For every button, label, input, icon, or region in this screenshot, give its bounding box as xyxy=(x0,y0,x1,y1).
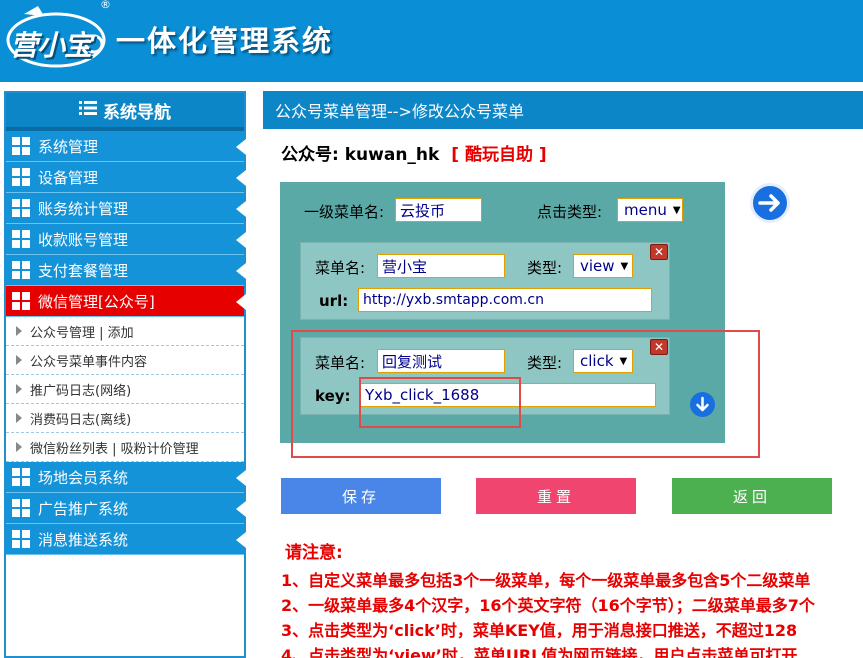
caret-right-icon xyxy=(16,384,22,394)
notes-title: 请注意: xyxy=(285,543,343,563)
nav-heading-label: 系统导航 xyxy=(103,102,171,123)
highlight-box xyxy=(359,377,521,428)
submenu-type-value: view xyxy=(580,257,615,275)
click-type-select[interactable]: menu ▼ xyxy=(617,198,683,222)
submenu-item-label: 微信粉丝列表 | 吸粉计价管理 xyxy=(30,441,199,457)
chevron-down-icon: ▼ xyxy=(620,260,629,272)
grid-icon xyxy=(12,137,30,155)
submenu-name-input[interactable]: 营小宝 xyxy=(377,254,505,278)
reset-button[interactable]: 重置 xyxy=(476,478,636,514)
wechat-submenu: 公众号管理 | 添加 公众号菜单事件内容 推广码日志(网络) 消费码日志(离线)… xyxy=(6,317,244,462)
sidebar-item-ads[interactable]: 广告推广系统 xyxy=(6,493,246,524)
grid-icon xyxy=(12,261,30,279)
sidebar-item-venue-members[interactable]: 场地会员系统 xyxy=(6,462,246,493)
sidebar-item-payment-accounts[interactable]: 收款账号管理 xyxy=(6,224,246,255)
list-icon xyxy=(79,100,97,121)
submenu-item[interactable]: 微信粉丝列表 | 吸粉计价管理 xyxy=(6,433,244,462)
sidebar-item-label: 账务统计管理 xyxy=(38,199,129,218)
submenu-item[interactable]: 推广码日志(网络) xyxy=(6,375,244,404)
url-label: url: xyxy=(319,292,349,310)
caret-right-icon xyxy=(16,413,22,423)
grid-icon xyxy=(12,199,30,217)
note-line: 2、一级菜单最多4个汉字，16个英文字符（16个字节）；二级菜单最多7个 xyxy=(281,596,815,615)
sidebar: 系统导航 系统管理 设备管理 账务统计管理 收款账号管理 支付套餐管理 微信管理… xyxy=(4,91,246,658)
delete-submenu-icon[interactable]: ✕ xyxy=(650,244,668,260)
sidebar-item-label: 微信管理[公众号] xyxy=(38,292,155,311)
sidebar-item-label: 广告推广系统 xyxy=(38,499,129,518)
grid-icon xyxy=(12,530,30,548)
sidebar-item-label: 消息推送系统 xyxy=(38,530,129,549)
submenu-type-label: 类型: xyxy=(527,259,563,277)
sidebar-item-system[interactable]: 系统管理 xyxy=(6,131,246,162)
sidebar-item-push[interactable]: 消息推送系统 xyxy=(6,524,246,555)
sidebar-item-label: 支付套餐管理 xyxy=(38,261,129,280)
note-line: 4、点击类型为‘view’时，菜单URL值为网页链接，用户点击菜单可打开 xyxy=(281,646,798,658)
save-button[interactable]: 保存 xyxy=(281,478,441,514)
registered-mark: ® xyxy=(100,0,111,11)
grid-icon xyxy=(12,168,30,186)
logo: 营小宝 ® xyxy=(4,0,111,70)
account-line: 公众号: kuwan_hk [ 酷玩自助 ] xyxy=(281,140,547,165)
submenu-item-label: 公众号菜单事件内容 xyxy=(30,354,148,370)
breadcrumb: 公众号菜单管理-->修改公众号菜单 xyxy=(263,91,863,129)
submenu-item[interactable]: 公众号菜单事件内容 xyxy=(6,346,244,375)
sidebar-item-label: 收款账号管理 xyxy=(38,230,129,249)
chevron-down-icon: ▼ xyxy=(672,204,681,216)
sidebar-item-devices[interactable]: 设备管理 xyxy=(6,162,246,193)
caret-right-icon xyxy=(16,442,22,452)
note-line: 1、自定义菜单最多包括3个一级菜单，每个一级菜单最多包含5个二级菜单 xyxy=(281,571,811,590)
submenu-name-label: 菜单名: xyxy=(315,259,366,277)
app-header: 营小宝 ® 一体化管理系统 xyxy=(0,0,863,82)
sidebar-item-packages[interactable]: 支付套餐管理 xyxy=(6,255,246,286)
sidebar-item-label: 场地会员系统 xyxy=(38,468,129,487)
submenu-item-label: 消费码日志(离线) xyxy=(30,412,132,428)
note-line: 3、点击类型为‘click’时，菜单KEY值，用于消息接口推送，不超过128 xyxy=(281,621,798,640)
click-type-label: 点击类型: xyxy=(537,203,603,221)
level1-name-input[interactable]: 云投币 xyxy=(395,198,482,222)
sidebar-item-label: 设备管理 xyxy=(38,168,99,187)
grid-icon xyxy=(12,292,30,310)
nav-heading: 系统导航 xyxy=(6,93,244,131)
account-nickname: [ 酷玩自助 ] xyxy=(451,145,547,165)
sidebar-item-wechat[interactable]: 微信管理[公众号] xyxy=(6,286,246,317)
url-input[interactable]: http://yxb.smtapp.com.cn xyxy=(358,288,652,312)
sidebar-item-label: 系统管理 xyxy=(38,137,99,156)
caret-right-icon xyxy=(16,355,22,365)
click-type-value: menu xyxy=(624,201,667,219)
app-title: 一体化管理系统 xyxy=(116,24,334,58)
account-name: kuwan_hk xyxy=(344,145,440,165)
back-button[interactable]: 返回 xyxy=(672,478,832,514)
sidebar-item-accounting[interactable]: 账务统计管理 xyxy=(6,193,246,224)
grid-icon xyxy=(12,499,30,517)
submenu-item[interactable]: 公众号管理 | 添加 xyxy=(6,317,244,346)
submenu-item-label: 推广码日志(网络) xyxy=(30,383,132,399)
level1-label: 一级菜单名: xyxy=(304,203,385,221)
logo-text: 营小宝 xyxy=(10,29,92,62)
submenu-type-select[interactable]: view ▼ xyxy=(573,254,633,278)
submenu-card: 菜单名: 营小宝 类型: view ▼ url: http://yxb.smtap… xyxy=(300,242,670,320)
caret-right-icon xyxy=(16,326,22,336)
submenu-item[interactable]: 消费码日志(离线) xyxy=(6,404,244,433)
grid-icon xyxy=(12,230,30,248)
arrow-right-icon[interactable] xyxy=(750,183,790,223)
grid-icon xyxy=(12,468,30,486)
account-label: 公众号: xyxy=(281,145,339,165)
submenu-item-label: 公众号管理 | 添加 xyxy=(30,325,134,341)
